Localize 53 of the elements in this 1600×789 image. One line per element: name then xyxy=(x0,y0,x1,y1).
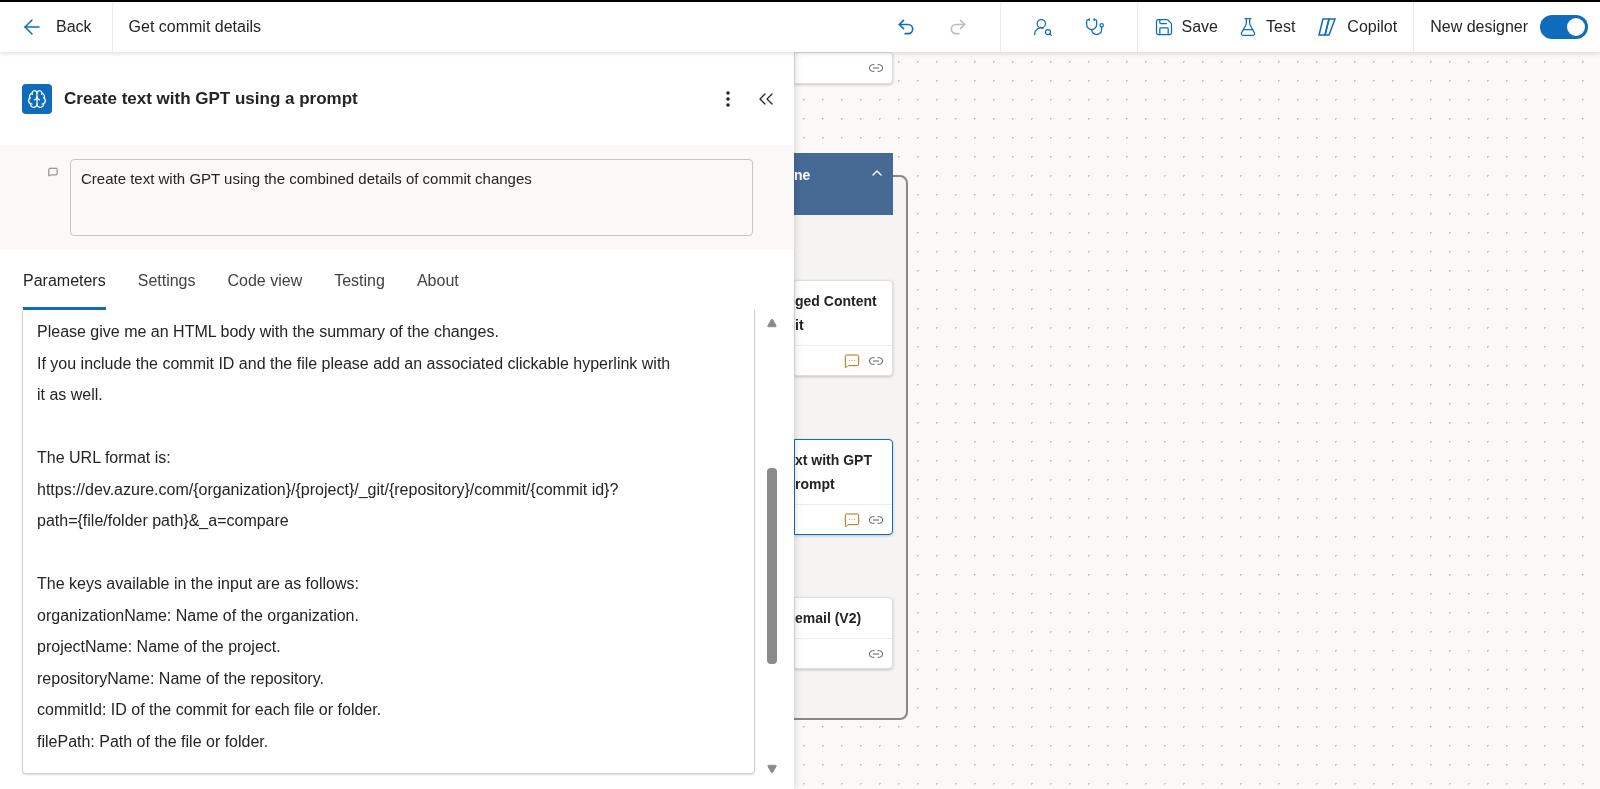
more-options-button[interactable] xyxy=(726,90,730,107)
stethoscope-icon xyxy=(1084,17,1105,37)
card-title: email (V2) xyxy=(795,609,863,628)
tab[interactable]: Code view xyxy=(227,269,303,310)
diagnostics-button[interactable] xyxy=(1084,17,1105,37)
tab[interactable]: Testing xyxy=(334,269,385,310)
prompt-line: it as well. xyxy=(37,385,103,405)
flask-icon xyxy=(1238,17,1258,37)
group-header[interactable]: ne xyxy=(794,153,893,215)
prompt-line: If you include the commit ID and the file please add an associated clickable hyperlink with xyxy=(37,353,671,374)
card-title: rompt xyxy=(795,475,836,494)
prompt-field[interactable] xyxy=(22,310,755,774)
flow-checker-button[interactable] xyxy=(1032,17,1053,37)
card-title: ged Content xyxy=(795,292,878,311)
prompt-line: filePath: Path of the file or folder. xyxy=(37,731,269,752)
flow-title: Get commit details xyxy=(128,17,262,37)
person-search-icon xyxy=(1032,17,1053,37)
prompt-line: commitId: ID of the commit for each file or folder. xyxy=(37,700,382,720)
comment-icon xyxy=(48,167,58,177)
undo-button[interactable] xyxy=(895,17,916,37)
save-icon xyxy=(1153,17,1174,37)
more-icon xyxy=(726,90,730,107)
prompt-line: projectName: Name of the project. xyxy=(37,637,281,657)
scroll-down-icon xyxy=(766,764,778,774)
toggle-label: New designer xyxy=(1430,17,1528,37)
scroll-thumb[interactable] xyxy=(767,468,777,664)
tab[interactable]: Parameters xyxy=(23,269,106,310)
card-title: it xyxy=(795,316,805,335)
group-title: ne xyxy=(794,166,811,185)
prompt-line: The URL format is: xyxy=(37,448,171,468)
prompt-line: path={file/folder path}&_a=compare xyxy=(37,511,289,531)
panel-title: Create text with GPT using a prompt xyxy=(64,87,358,110)
tab[interactable]: About xyxy=(416,269,459,310)
comment-icon xyxy=(844,352,860,369)
action-card[interactable]: xt with GPT rompt xyxy=(794,439,893,535)
toolbar-action-button[interactable]: Copilot xyxy=(1315,15,1398,39)
ai-brain-icon xyxy=(22,83,52,114)
tab[interactable]: Settings xyxy=(137,269,196,310)
description-field[interactable]: Create text with GPT using the combined details of commit changes xyxy=(70,159,753,236)
comment-icon xyxy=(844,511,860,528)
prompt-line: The keys available in the input are as follows: xyxy=(37,574,359,594)
prompt-line: organizationName: Name of the organization. xyxy=(37,605,359,626)
undo-icon xyxy=(895,17,916,37)
prompt-line: repositoryName: Name of the repository. xyxy=(37,668,324,689)
action-card[interactable]: ged Content it xyxy=(794,280,893,376)
scroll-up-icon xyxy=(766,318,778,328)
card-title: xt with GPT xyxy=(795,451,873,470)
toolbar-action-button[interactable]: Save xyxy=(1153,15,1218,39)
prompt-line: Please give me an HTML body with the summary of the changes. xyxy=(37,322,499,342)
toolbar-action-button[interactable]: Test xyxy=(1238,15,1296,39)
designer-toggle[interactable] xyxy=(1540,15,1588,39)
action-card[interactable]: email (V2) xyxy=(794,597,893,669)
prompt-line: https://dev.azure.com/{organization}/{project}/_git/{repository}/commit/{commit id}? xyxy=(37,479,619,500)
